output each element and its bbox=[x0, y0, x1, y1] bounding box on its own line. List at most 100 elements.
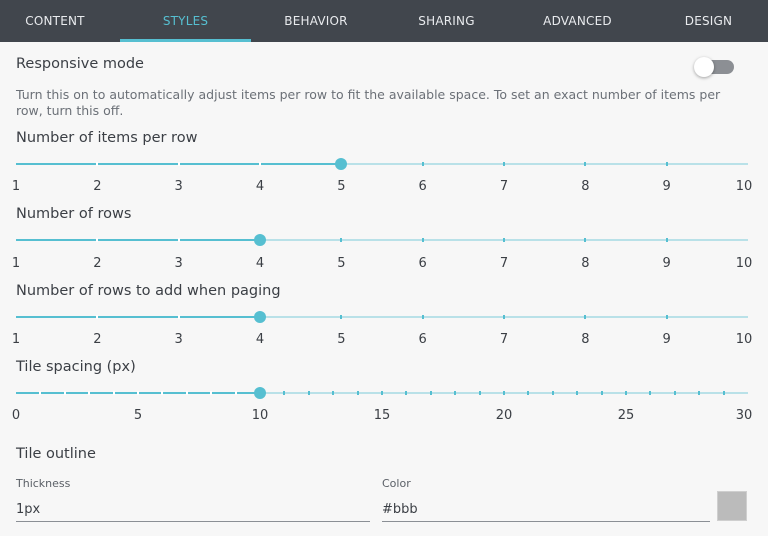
slider-tick bbox=[478, 391, 481, 395]
items-per-row-label: Number of items per row bbox=[16, 130, 198, 146]
tab-advanced[interactable]: ADVANCED bbox=[512, 0, 643, 42]
rows-slider[interactable] bbox=[16, 233, 748, 247]
tab-sharing[interactable]: SHARING bbox=[381, 0, 512, 42]
slider-tick-label: 8 bbox=[581, 256, 590, 271]
slider-tick bbox=[429, 391, 432, 395]
slider-tick bbox=[177, 315, 180, 319]
slider-tick bbox=[161, 391, 164, 395]
tab-styles[interactable]: STYLES bbox=[120, 0, 251, 42]
tile-spacing-label: Tile spacing (px) bbox=[16, 359, 136, 375]
slider-tick bbox=[576, 391, 579, 395]
thickness-input[interactable] bbox=[16, 497, 370, 522]
slider-tick bbox=[698, 391, 701, 395]
slider-tick-label: 1 bbox=[11, 332, 21, 347]
slider-tick bbox=[177, 162, 180, 166]
slider-tick bbox=[673, 391, 676, 395]
slider-tick-label: 5 bbox=[337, 179, 346, 194]
slider-tick bbox=[527, 391, 530, 395]
slider-tick-label: 4 bbox=[255, 332, 265, 347]
slider-tick bbox=[137, 391, 139, 395]
slider-tick-label: 1 bbox=[11, 179, 21, 194]
slider-tick bbox=[600, 391, 603, 395]
slider-tick-label: 8 bbox=[581, 179, 590, 194]
responsive-mode-description: Turn this on to automatically adjust ite… bbox=[16, 87, 721, 118]
slider-tick bbox=[625, 391, 627, 395]
slider-tick bbox=[96, 315, 99, 319]
slider-tick bbox=[665, 238, 668, 242]
slider-tick bbox=[503, 391, 505, 395]
rows-label: Number of rows bbox=[16, 206, 132, 222]
slider-tick-label: 1 bbox=[11, 256, 21, 271]
slider-tick bbox=[88, 391, 91, 395]
responsive-mode-toggle[interactable] bbox=[694, 57, 734, 77]
slider-tick bbox=[259, 162, 261, 166]
slider-tick bbox=[356, 391, 359, 395]
slider-tick bbox=[234, 391, 237, 395]
slider-tick-label: 2 bbox=[93, 332, 102, 347]
slider-fill bbox=[16, 239, 260, 241]
slider-tick bbox=[177, 238, 180, 242]
color-swatch[interactable] bbox=[717, 491, 747, 521]
color-label: Color bbox=[382, 477, 411, 490]
slider-tick bbox=[340, 238, 343, 242]
slider-tick bbox=[63, 391, 66, 395]
rows-paging-scale: 1 2 3 4 5 6 7 8 9 10 bbox=[12, 332, 752, 348]
slider-tick-label: 7 bbox=[499, 256, 509, 271]
slider-tick-label: 6 bbox=[418, 179, 427, 194]
slider-tick bbox=[210, 391, 213, 395]
slider-fill bbox=[16, 316, 260, 318]
items-per-row-scale: 1 2 3 4 5 6 7 8 9 10 bbox=[12, 179, 752, 195]
slider-tick bbox=[584, 238, 587, 242]
slider-tick-label: 6 bbox=[418, 256, 427, 271]
slider-tick-label: 15 bbox=[373, 408, 391, 423]
slider-tick-label: 9 bbox=[662, 256, 671, 271]
tab-content[interactable]: CONTENT bbox=[0, 0, 110, 42]
slider-tick-label: 5 bbox=[337, 332, 346, 347]
slider-tick-label: 9 bbox=[662, 332, 671, 347]
slider-tick bbox=[665, 162, 668, 166]
slider-tick-label: 3 bbox=[174, 256, 183, 271]
slider-tick-label: 0 bbox=[11, 408, 21, 423]
slider-tick-label: 10 bbox=[735, 332, 753, 347]
slider-tick-label: 10 bbox=[251, 408, 269, 423]
slider-thumb[interactable] bbox=[335, 158, 348, 170]
slider-tick bbox=[503, 162, 505, 166]
slider-tick bbox=[584, 162, 587, 166]
slider-tick bbox=[584, 315, 587, 319]
tab-bar: CONTENT STYLES BEHAVIOR SHARING ADVANCED… bbox=[0, 0, 768, 42]
slider-tick bbox=[340, 315, 343, 319]
slider-thumb[interactable] bbox=[254, 387, 266, 399]
slider-tick bbox=[332, 391, 335, 395]
thickness-label: Thickness bbox=[16, 477, 71, 490]
slider-tick-label: 3 bbox=[174, 179, 183, 194]
slider-tick-label: 5 bbox=[133, 408, 143, 423]
tile-spacing-scale: 0 5 10 15 20 25 30 bbox=[12, 408, 752, 424]
slider-tick-label: 7 bbox=[499, 332, 509, 347]
slider-tick-label: 10 bbox=[735, 179, 753, 194]
items-per-row-slider[interactable] bbox=[16, 157, 748, 171]
slider-tick bbox=[503, 315, 505, 319]
slider-tick bbox=[39, 391, 42, 395]
slider-tick bbox=[112, 391, 115, 395]
slider-tick-label: 10 bbox=[735, 256, 753, 271]
slider-tick-label: 3 bbox=[174, 332, 183, 347]
slider-tick-label: 25 bbox=[617, 408, 635, 423]
slider-thumb[interactable] bbox=[254, 234, 266, 246]
rows-paging-label: Number of rows to add when paging bbox=[16, 283, 281, 299]
slider-tick-label: 6 bbox=[418, 332, 427, 347]
slider-tick bbox=[185, 391, 188, 395]
slider-tick-label: 2 bbox=[93, 179, 102, 194]
slider-tick bbox=[665, 315, 668, 319]
tile-spacing-slider[interactable] bbox=[16, 386, 748, 400]
slider-tick bbox=[283, 391, 286, 395]
slider-tick bbox=[405, 391, 408, 395]
slider-tick-label: 2 bbox=[93, 256, 102, 271]
slider-thumb[interactable] bbox=[254, 311, 266, 323]
responsive-mode-title: Responsive mode bbox=[16, 56, 144, 72]
rows-paging-slider[interactable] bbox=[16, 310, 748, 324]
slider-tick bbox=[551, 391, 554, 395]
slider-tick bbox=[421, 162, 424, 166]
tab-design[interactable]: DESIGN bbox=[643, 0, 768, 42]
color-input[interactable] bbox=[382, 497, 710, 522]
tab-behavior[interactable]: BEHAVIOR bbox=[251, 0, 381, 42]
